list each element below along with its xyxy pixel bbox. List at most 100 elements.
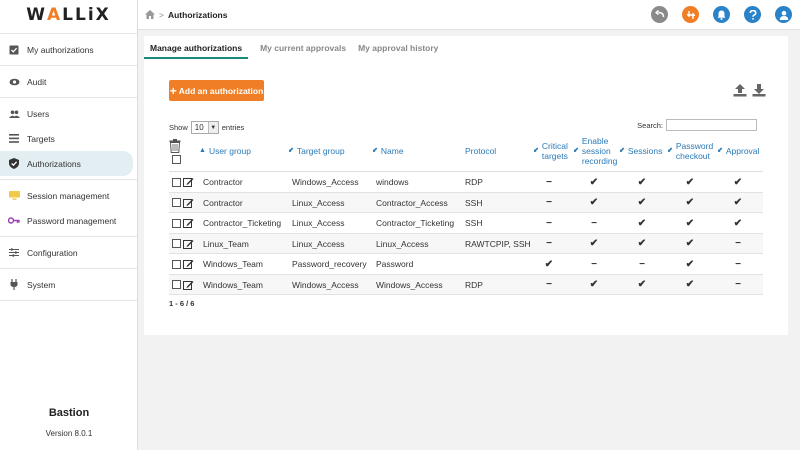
tab-my-approval-history[interactable]: My approval history: [358, 41, 438, 59]
column-header-password-checkout[interactable]: ⬋ Password checkout: [667, 141, 717, 161]
sort-icon: ⬋: [372, 147, 378, 154]
wallix-logo[interactable]: W A LLiX: [0, 0, 137, 30]
column-label: Approval: [725, 146, 760, 156]
cell-approval: ✔: [733, 217, 743, 229]
sidebar-item-my-authorizations[interactable]: My authorizations: [0, 37, 133, 62]
cell-protocol: RDP: [465, 279, 483, 290]
table-row[interactable]: Linux_Team Linux_Access Linux_Access RAWTCP…: [169, 233, 763, 254]
table-row[interactable]: Contractor Linux_Access Contractor_Access S…: [169, 192, 763, 213]
tab-manage-authorizations[interactable]: Manage authorizations: [144, 41, 249, 59]
column-label: Sessions: [627, 146, 663, 156]
edit-icon[interactable]: [183, 280, 194, 290]
page-length-value: 10: [194, 123, 204, 132]
notifications-bell-icon[interactable]: [713, 6, 730, 23]
home-icon[interactable]: [145, 10, 155, 19]
table-row[interactable]: Windows_Team Windows_Access Windows_Access…: [169, 274, 763, 295]
row-actions: [172, 172, 194, 192]
checkbox-icon: [8, 45, 20, 55]
column-header-approval[interactable]: ⬋ Approval: [717, 146, 759, 156]
cell-user-group: Windows_Team: [203, 259, 263, 269]
cell-critical: ✔: [544, 258, 554, 270]
row-checkbox[interactable]: [172, 218, 181, 228]
table-row[interactable]: Contractor_Ticketing Linux_Access Contract…: [169, 213, 763, 234]
cell-approval: ✔: [733, 176, 743, 188]
row-actions: [172, 213, 194, 233]
sidebar-item-authorizations[interactable]: Authorizations: [0, 151, 133, 176]
cell-recording: ✔: [589, 279, 599, 290]
add-authorization-button[interactable]: + Add an authorization: [169, 80, 264, 101]
main-panel: Manage authorizations My current approva…: [144, 36, 788, 335]
help-icon[interactable]: [744, 6, 761, 23]
sidebar-item-system[interactable]: System: [0, 272, 133, 297]
row-actions: [172, 193, 194, 213]
sort-icon: ⬋: [288, 147, 294, 154]
edit-icon[interactable]: [183, 198, 194, 208]
column-header-critical-targets[interactable]: ⬋ Critical targets: [533, 141, 573, 161]
column-header-user-group[interactable]: ▲ User group: [199, 146, 251, 156]
monitor-icon: [8, 191, 20, 201]
edit-icon[interactable]: [183, 239, 194, 249]
approval-requests-icon[interactable]: [682, 6, 699, 23]
sidebar-item-label: Users: [27, 108, 50, 119]
logo-letters-a: A: [46, 5, 63, 25]
cell-recording: ✔: [589, 176, 599, 188]
export-download-icon[interactable]: [752, 83, 766, 97]
cell-pwd-checkout: ✔: [685, 197, 695, 208]
edit-icon[interactable]: [183, 259, 194, 269]
edit-icon[interactable]: [183, 177, 194, 187]
column-header-session-recording[interactable]: ⬋ Enable session recording: [573, 136, 621, 166]
user-account-icon[interactable]: [775, 6, 792, 23]
cell-name: windows: [376, 177, 409, 187]
cell-sessions: ✔: [637, 238, 647, 249]
row-checkbox[interactable]: [172, 239, 181, 248]
sliders-icon: [8, 248, 20, 258]
table-row[interactable]: Contractor Windows_Access windows RDP − ✔ ✔ ✔ ✔: [169, 172, 763, 193]
eye-icon: [8, 77, 20, 87]
cell-critical: −: [546, 217, 552, 229]
column-header-target-group[interactable]: ⬋ Target group: [288, 146, 345, 156]
breadcrumb-current: Authorizations: [167, 9, 228, 20]
cell-name: Windows_Access: [376, 279, 443, 290]
column-label: Critical targets: [541, 141, 568, 161]
table-row[interactable]: Windows_Team Password_recovery Password ✔ − −…: [169, 254, 763, 275]
row-actions: [172, 234, 194, 254]
show-label: Show: [169, 123, 188, 132]
cell-pwd-checkout: ✔: [685, 279, 695, 290]
row-checkbox[interactable]: [172, 259, 181, 269]
sidebar-item-password-management[interactable]: Password management: [0, 208, 133, 233]
column-label: Name: [380, 146, 404, 156]
cell-sessions: ✔: [637, 197, 647, 208]
column-header-sessions[interactable]: ⬋ Sessions: [619, 146, 662, 156]
sidebar-item-configuration[interactable]: Configuration: [0, 240, 133, 265]
column-header-protocol[interactable]: Protocol: [465, 146, 496, 156]
row-checkbox[interactable]: [172, 280, 181, 289]
cell-protocol: SSH: [465, 218, 483, 228]
cell-sessions: ✔: [637, 279, 647, 290]
import-upload-icon[interactable]: [733, 83, 747, 97]
edit-icon[interactable]: [183, 218, 194, 228]
cell-user-group: Linux_Team: [203, 238, 249, 249]
divider: [0, 179, 137, 180]
back-icon[interactable]: [651, 6, 668, 23]
sort-icon: ⬋: [717, 147, 723, 154]
breadcrumb: > Authorizations: [145, 10, 227, 20]
column-header-name[interactable]: ⬋ Name: [372, 146, 404, 156]
sidebar-item-targets[interactable]: Targets: [0, 126, 133, 151]
sidebar-item-label: Authorizations: [27, 158, 81, 169]
search-input[interactable]: [666, 119, 757, 131]
divider: [0, 65, 137, 66]
cell-user-group: Contractor_Ticketing: [203, 218, 282, 228]
row-checkbox[interactable]: [172, 177, 181, 187]
sidebar-item-audit[interactable]: Audit: [0, 69, 133, 94]
cell-user-group: Contractor: [203, 177, 243, 187]
row-checkbox[interactable]: [172, 198, 181, 207]
entries-label: entries: [221, 123, 245, 132]
sidebar-item-session-management[interactable]: Session management: [0, 183, 133, 208]
page-length-select[interactable]: 10 ▼: [190, 121, 219, 134]
cell-target-group: Linux_Access: [292, 238, 345, 249]
tab-my-current-approvals[interactable]: My current approvals: [260, 41, 346, 59]
cell-approval: −: [735, 258, 741, 270]
pagination-info: 1 - 6 / 6: [169, 299, 195, 308]
cell-protocol: RAWTCPIP, SSH: [465, 238, 531, 249]
sidebar-item-users[interactable]: Users: [0, 101, 133, 126]
